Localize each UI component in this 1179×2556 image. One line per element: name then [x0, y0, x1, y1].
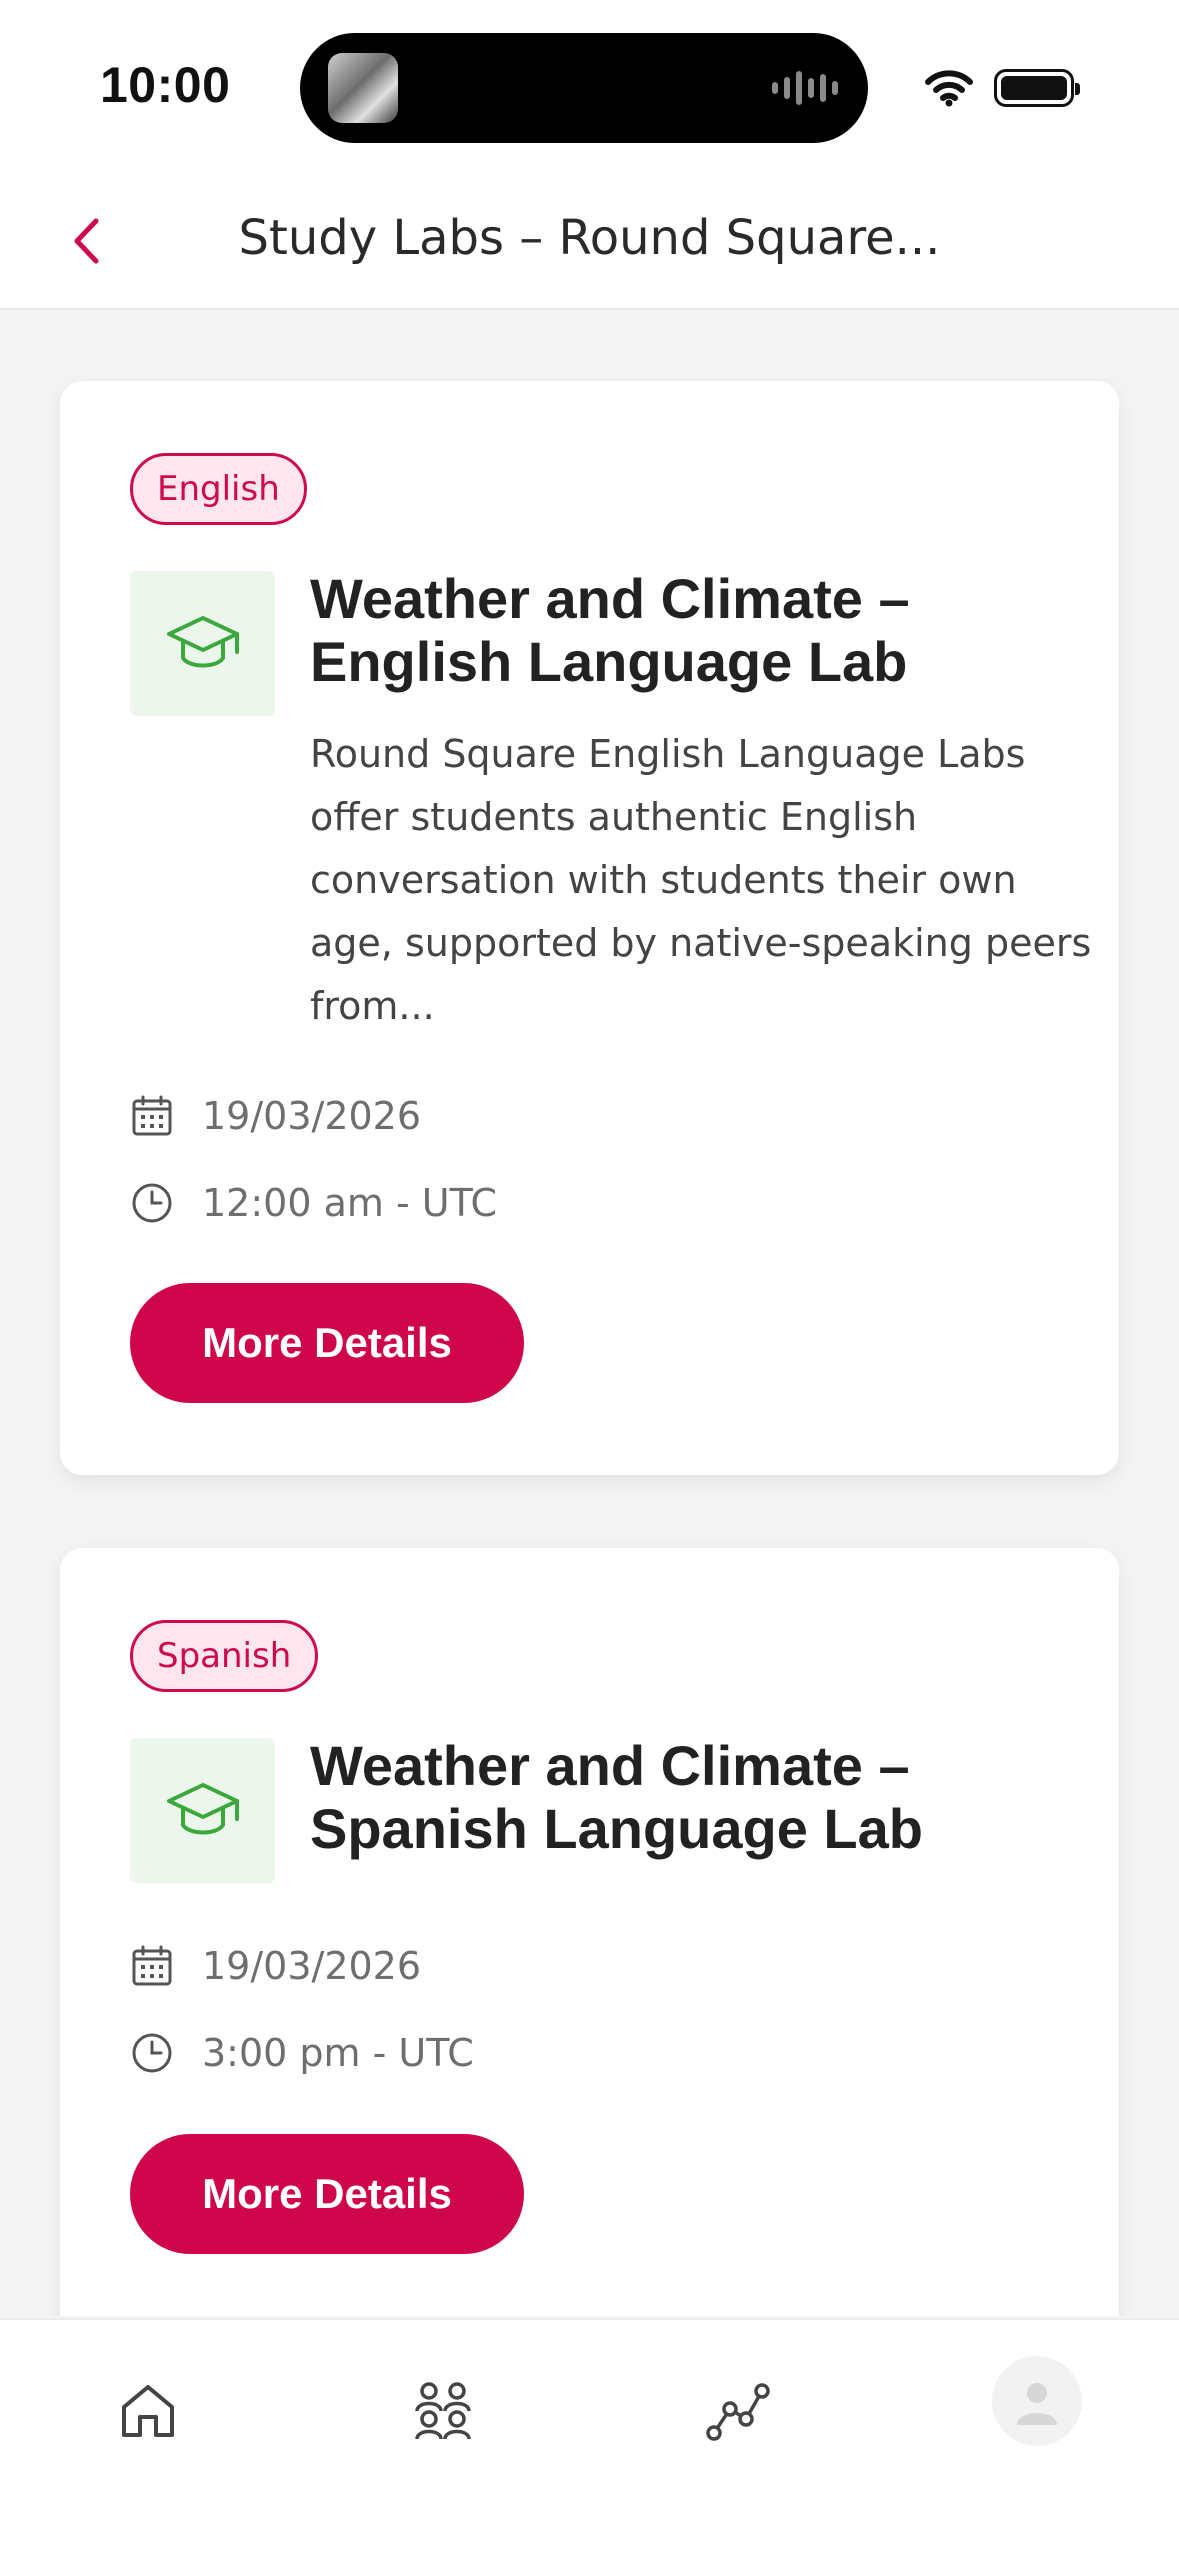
more-details-button[interactable]: More Details — [130, 2134, 524, 2254]
lab-card: English Weather and Climate – English La… — [60, 381, 1119, 1475]
bottom-tab-bar — [0, 2318, 1179, 2556]
battery-icon — [994, 69, 1080, 107]
lab-time-row: 3:00 pm - UTC — [130, 2031, 474, 2075]
lab-date: 19/03/2026 — [202, 1944, 422, 1988]
dynamic-island — [300, 33, 868, 143]
language-tag: Spanish — [130, 1620, 319, 1692]
lab-card: Spanish Weather and Climate – Spanish La… — [60, 1548, 1119, 2316]
clock-icon — [132, 2033, 172, 2073]
chevron-left-icon — [74, 218, 99, 264]
groups-icon — [415, 2382, 471, 2440]
wifi-icon — [925, 70, 973, 107]
clock-icon — [132, 1183, 172, 1223]
status-bar: 10:00 — [0, 0, 1179, 176]
lab-time: 12:00 am - UTC — [202, 1181, 498, 1225]
navigation-bar: Study Labs – Round Square... — [0, 176, 1179, 310]
page-title: Study Labs – Round Square... — [238, 210, 941, 266]
lab-icon-box — [130, 1738, 275, 1883]
progress-graph-icon — [706, 2383, 770, 2441]
home-icon — [122, 2385, 174, 2437]
calendar-icon — [132, 1945, 172, 1986]
now-playing-thumbnail — [328, 53, 398, 123]
lab-title: Weather and Climate – English Language L… — [310, 567, 910, 693]
calendar-icon — [132, 1095, 172, 1136]
tab-home[interactable] — [93, 2356, 203, 2466]
language-tag: English — [130, 453, 307, 525]
lab-description: Round Square English Language Labs offer… — [310, 732, 1092, 1028]
tab-progress[interactable] — [683, 2356, 793, 2466]
graduation-cap-icon — [166, 615, 239, 667]
lab-date: 19/03/2026 — [202, 1094, 422, 1138]
graduation-cap-icon — [166, 1782, 239, 1834]
tab-profile[interactable] — [992, 2356, 1082, 2446]
back-button[interactable] — [56, 206, 116, 276]
lab-title: Weather and Climate – Spanish Language L… — [310, 1734, 923, 1860]
profile-avatar-icon — [1017, 2383, 1057, 2425]
audio-waveform-icon — [772, 71, 838, 105]
status-time: 10:00 — [100, 57, 231, 113]
lab-time: 3:00 pm - UTC — [202, 2031, 474, 2075]
lab-icon-box — [130, 571, 275, 716]
lab-date-row: 19/03/2026 — [130, 1094, 421, 1138]
more-details-button[interactable]: More Details — [130, 1283, 524, 1403]
lab-date-row: 19/03/2026 — [130, 1944, 421, 1988]
tab-groups[interactable] — [388, 2356, 498, 2466]
lab-time-row: 12:00 am - UTC — [130, 1181, 497, 1225]
lab-list[interactable]: English Weather and Climate – English La… — [0, 312, 1179, 2316]
status-icons — [924, 66, 1080, 110]
